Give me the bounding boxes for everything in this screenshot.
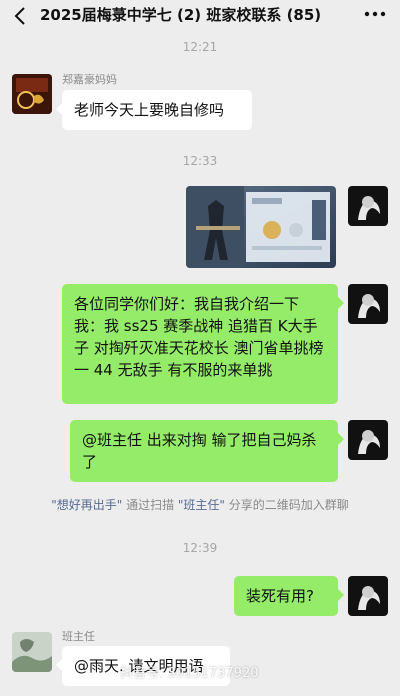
message-text: 装死有用? (246, 587, 314, 605)
avatar-image (12, 74, 52, 114)
avatar-image (348, 284, 388, 324)
system-text: 分享的二维码加入群聊 (228, 498, 349, 512)
message-bubble-outgoing[interactable]: @班主任 出来对掏 输了把自己妈杀了 (70, 420, 344, 482)
timestamp: 12:33 (182, 154, 218, 168)
sender-name: 郑嘉豪妈妈 (62, 73, 117, 86)
avatar-self[interactable] (348, 576, 388, 616)
system-notice: "想好再出手" 通过扫描 "班主任" 分享的二维码加入群聊 (0, 496, 400, 513)
chat-title: 2025届梅菉中学七 (2) 班家校联系 (85) (40, 6, 322, 24)
avatar-image (12, 632, 52, 672)
game-screenshot-icon (186, 186, 336, 268)
game-screenshot-image[interactable] (186, 186, 336, 268)
system-quote-user[interactable]: "想好再出手" (51, 498, 122, 512)
avatar-self[interactable] (348, 186, 388, 226)
system-text: 通过扫描 (126, 498, 175, 512)
message-bubble-outgoing[interactable]: 装死有用? (234, 576, 344, 616)
avatar-image (348, 186, 388, 226)
avatar-parent[interactable] (12, 74, 52, 114)
message-bubble-outgoing[interactable]: 各位同学你们好：我自我介绍一下我：我 ss25 赛季战神 追猎百 K大手子 对掏… (62, 284, 344, 404)
timestamp: 12:21 (182, 40, 218, 54)
avatar-self[interactable] (348, 420, 388, 460)
system-quote-admin[interactable]: "班主任" (178, 498, 225, 512)
avatar-image (348, 420, 388, 460)
message-bubble-incoming[interactable]: 老师今天上要晚自修吗 (56, 90, 252, 130)
avatar-image (348, 576, 388, 616)
avatar-self[interactable] (348, 284, 388, 324)
avatar-teacher[interactable] (12, 632, 52, 672)
watermark: 抖音号: 30151737920 (120, 666, 259, 681)
timestamp: 12:39 (182, 541, 218, 555)
chat-header: 2025届梅菉中学七 (2) 班家校联系 (85) (0, 0, 400, 32)
chevron-left-icon[interactable] (10, 5, 32, 27)
message-text: @班主任 出来对掏 输了把自己妈杀了 (82, 431, 317, 471)
sender-name: 班主任 (62, 630, 95, 643)
message-text: 各位同学你们好：我自我介绍一下我：我 ss25 赛季战神 追猎百 K大手子 对掏… (74, 295, 324, 379)
message-text: 老师今天上要晚自修吗 (74, 101, 225, 119)
more-dots-icon[interactable] (364, 10, 386, 18)
